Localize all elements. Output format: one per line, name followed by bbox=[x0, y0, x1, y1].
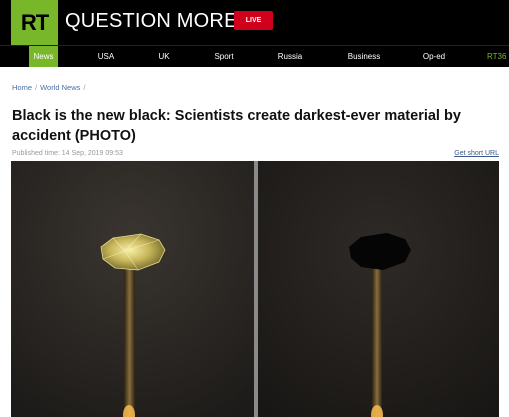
article-photo bbox=[11, 161, 499, 417]
top-header: RT QUESTION MORE LIVE bbox=[0, 0, 509, 45]
panel-divider bbox=[254, 161, 258, 417]
nav-item-op-ed[interactable]: Op-ed bbox=[418, 46, 450, 67]
article-title: Black is the new black: Scientists creat… bbox=[12, 108, 461, 144]
rt-logo[interactable]: RT bbox=[11, 0, 58, 45]
breadcrumb: Home / World News / bbox=[12, 83, 89, 92]
breadcrumb-home[interactable]: Home bbox=[12, 83, 32, 92]
nav-item-rt360[interactable]: RT36 bbox=[487, 46, 509, 67]
nav-item-usa[interactable]: USA bbox=[92, 46, 120, 67]
stand-right bbox=[372, 264, 382, 417]
nav-item-uk[interactable]: UK bbox=[153, 46, 175, 67]
published-time: Published time: 14 Sep, 2019 09:53 bbox=[12, 150, 123, 157]
brand-tagline: QUESTION MORE bbox=[65, 10, 238, 32]
nav-item-news[interactable]: News bbox=[29, 46, 58, 67]
nav-item-russia[interactable]: Russia bbox=[272, 46, 308, 67]
stand-left bbox=[124, 264, 135, 417]
breadcrumb-world-news[interactable]: World News bbox=[40, 83, 80, 92]
live-button[interactable]: LIVE bbox=[234, 11, 273, 30]
get-short-url-link[interactable]: Get short URL bbox=[454, 150, 499, 157]
breadcrumb-separator: / bbox=[83, 83, 86, 92]
nav-item-sport[interactable]: Sport bbox=[208, 46, 240, 67]
main-nav: News USA UK Sport Russia Business Op-ed … bbox=[0, 45, 509, 67]
right-panel bbox=[258, 161, 499, 417]
nav-item-business[interactable]: Business bbox=[342, 46, 386, 67]
left-panel bbox=[11, 161, 254, 417]
breadcrumb-separator: / bbox=[35, 83, 38, 92]
